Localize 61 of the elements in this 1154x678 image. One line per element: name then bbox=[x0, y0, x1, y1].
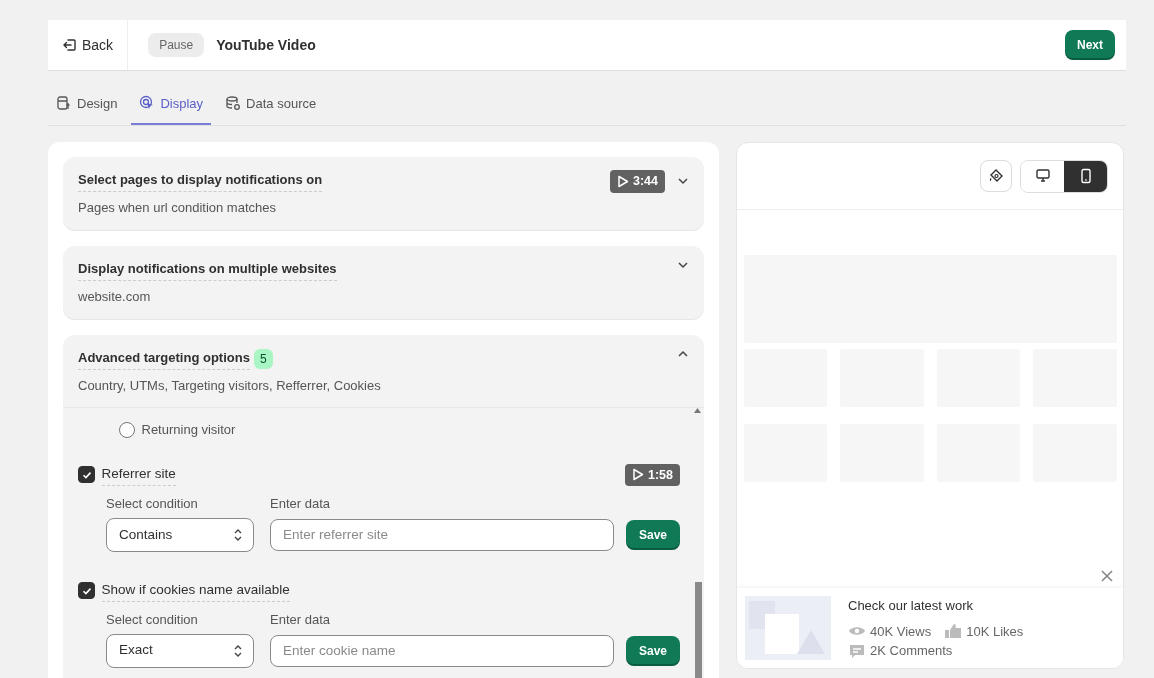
exit-icon bbox=[62, 37, 78, 53]
field-label: Enter data bbox=[270, 611, 330, 629]
page-title: YouTube Video bbox=[216, 35, 316, 55]
field-label: Select condition bbox=[106, 611, 199, 629]
section-title: Select pages to display notifications on bbox=[78, 170, 323, 192]
check-icon bbox=[81, 469, 92, 480]
likes-count: 10K Likes bbox=[966, 622, 1024, 641]
database-icon bbox=[225, 95, 242, 112]
play-icon bbox=[631, 468, 644, 482]
next-button[interactable]: Next bbox=[1065, 30, 1115, 60]
monitor-icon bbox=[1034, 168, 1051, 184]
tab[interactable]: Design bbox=[48, 93, 126, 125]
condition-select[interactable]: Contains bbox=[106, 517, 254, 552]
section-subtitle: Country, UTMs, Targeting visitors, Refferrer, Cookies bbox=[78, 376, 382, 395]
play-icon bbox=[616, 174, 629, 188]
status-badge: Pause bbox=[148, 33, 205, 57]
save-button[interactable]: Save bbox=[625, 519, 680, 550]
close-button[interactable] bbox=[1101, 570, 1113, 582]
comments-count: 2K Comments bbox=[870, 642, 953, 660]
accordion-section[interactable]: Display notifications on multiple websites website.com bbox=[63, 246, 704, 319]
checkbox-label: Show if cookies name available bbox=[101, 579, 290, 602]
expand-toggle[interactable] bbox=[677, 259, 689, 271]
scroll-up-icon[interactable] bbox=[694, 408, 701, 413]
text-input[interactable]: Enter referrer site bbox=[270, 518, 614, 551]
video-button[interactable]: 1:58 bbox=[624, 463, 680, 487]
field-label: Enter data bbox=[270, 495, 330, 514]
section-subtitle: website.com bbox=[78, 287, 152, 306]
count-badge: 5 bbox=[253, 348, 273, 369]
comment-icon bbox=[848, 642, 866, 659]
layout-icon bbox=[56, 95, 72, 112]
section-title: Advanced targeting options bbox=[78, 348, 250, 370]
checkbox-label: Referrer site bbox=[101, 463, 176, 486]
back-button[interactable]: Back bbox=[48, 20, 129, 70]
updown-icon bbox=[233, 643, 243, 658]
paint-button[interactable] bbox=[980, 160, 1012, 192]
scrollbar-thumb[interactable] bbox=[695, 582, 702, 678]
tab[interactable]: Data source bbox=[217, 93, 325, 125]
accordion-section[interactable]: Select pages to display notifications on Pages when url condition matches 3:44 bbox=[63, 157, 704, 230]
video-button[interactable]: 3:44 bbox=[609, 170, 665, 193]
paint-bucket-icon bbox=[988, 168, 1004, 184]
tab[interactable]: Display bbox=[131, 93, 212, 125]
eye-icon bbox=[848, 625, 866, 638]
mobile-view-button[interactable] bbox=[1064, 160, 1107, 192]
thumbs-up-icon bbox=[944, 623, 963, 640]
text-input[interactable]: Enter cookie name bbox=[270, 634, 614, 667]
chevron-icon bbox=[677, 259, 689, 271]
updown-icon bbox=[233, 527, 243, 542]
section-title: Display notifications on multiple websites bbox=[78, 259, 337, 281]
condition-select[interactable]: Exact bbox=[106, 633, 254, 668]
checkbox[interactable] bbox=[78, 466, 95, 484]
radio-button[interactable] bbox=[119, 421, 135, 438]
notification-title: Check our latest work bbox=[848, 596, 974, 615]
accordion-section[interactable] bbox=[63, 335, 704, 678]
check-icon bbox=[81, 585, 92, 596]
views-count: 40K Views bbox=[870, 622, 932, 641]
section-subtitle: Pages when url condition matches bbox=[78, 198, 277, 217]
field-label: Select condition bbox=[106, 495, 199, 514]
option-label: Returning visitor bbox=[141, 421, 236, 439]
checkbox[interactable] bbox=[78, 582, 95, 600]
save-button[interactable]: Save bbox=[625, 635, 680, 666]
close-icon bbox=[1101, 570, 1113, 582]
